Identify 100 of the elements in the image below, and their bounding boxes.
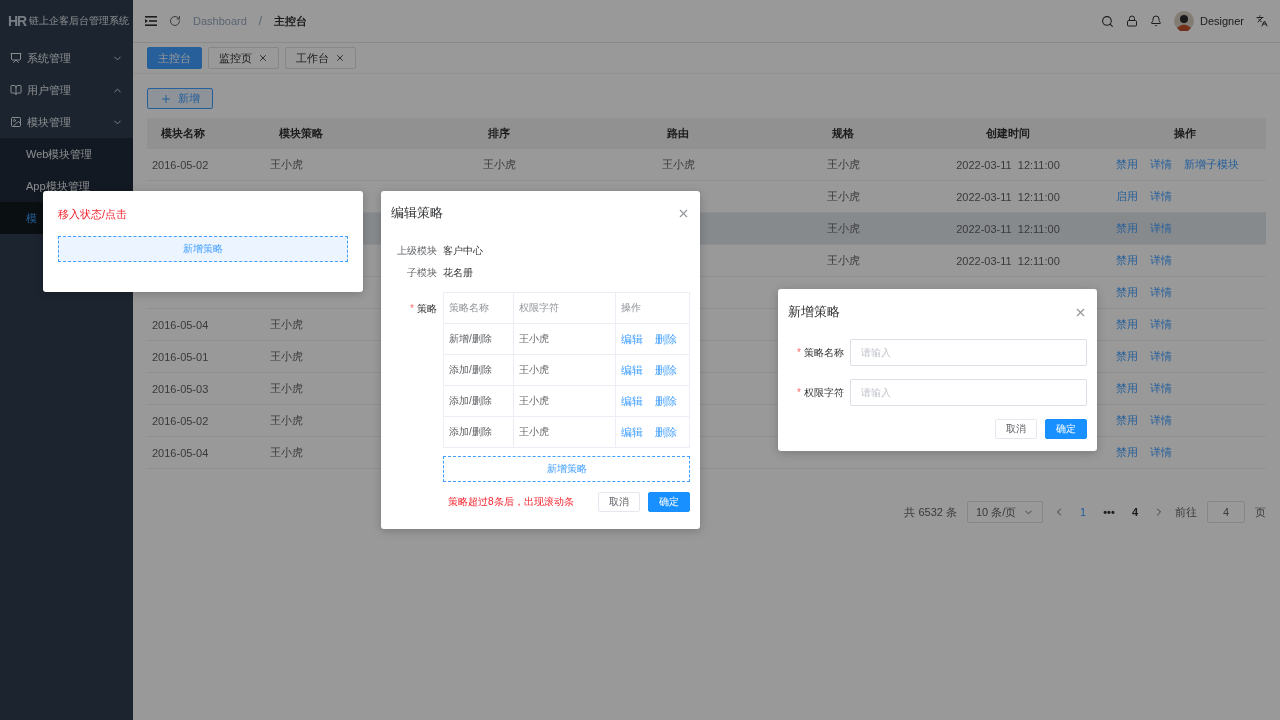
- breadcrumb-separator: /: [258, 14, 263, 28]
- column-header: 策略名称: [444, 293, 514, 324]
- add-strategy-button[interactable]: 新增策略: [443, 456, 690, 482]
- column-header: 操作: [616, 293, 690, 324]
- table-cell-text: 2022-03-11 12:11:00: [955, 254, 1061, 267]
- breadcrumb-item[interactable]: 主控台: [274, 13, 308, 29]
- menu-group[interactable]: 系统管理: [0, 42, 133, 74]
- page-number[interactable]: 4: [1127, 506, 1143, 518]
- action-link[interactable]: 禁用: [1116, 157, 1138, 172]
- table-cell: 添加/删除: [444, 355, 514, 386]
- page-number[interactable]: 1: [1075, 506, 1091, 518]
- goto-field[interactable]: 4: [1207, 501, 1245, 523]
- table-cell: 王小虎: [514, 355, 616, 386]
- action-link[interactable]: 详情: [1150, 285, 1172, 300]
- column-header: 规格: [831, 126, 855, 141]
- cancel-button[interactable]: 取消: [995, 419, 1037, 439]
- table-cell-text: 2016-05-04: [151, 318, 210, 331]
- tab-label: 主控台: [158, 50, 191, 66]
- table-cell-text: 王小虎: [269, 445, 304, 460]
- confirm-button[interactable]: 确定: [648, 492, 690, 512]
- column-header: 模块策略: [278, 126, 324, 141]
- page-size-select[interactable]: 10 条/页: [967, 501, 1043, 523]
- table-cell-text: 王小虎: [269, 381, 304, 396]
- table-cell-text: 2022-03-11 12:11:00: [955, 158, 1061, 171]
- refresh-icon[interactable]: [169, 15, 181, 27]
- user-name[interactable]: Designer: [1199, 15, 1244, 27]
- action-link[interactable]: 编辑: [621, 393, 643, 409]
- action-link[interactable]: 编辑: [621, 424, 643, 440]
- action-link[interactable]: 详情: [1150, 157, 1172, 172]
- search-icon[interactable]: [1100, 14, 1114, 28]
- action-link[interactable]: 禁用: [1116, 381, 1138, 396]
- page-number[interactable]: •••: [1101, 506, 1117, 518]
- action-link[interactable]: 删除: [655, 362, 677, 378]
- action-link[interactable]: 禁用: [1116, 349, 1138, 364]
- book-icon: [10, 84, 22, 96]
- field-value: 客户中心: [443, 244, 483, 258]
- table-cell-text: 王小虎: [481, 157, 517, 172]
- plus-icon: [160, 92, 172, 105]
- action-link[interactable]: 详情: [1150, 381, 1172, 396]
- confirm-button[interactable]: 确定: [1045, 419, 1087, 439]
- menu-group[interactable]: 用户管理: [0, 74, 133, 106]
- field-label: * 权限字符: [796, 385, 844, 400]
- page-tab[interactable]: 监控页: [208, 47, 279, 69]
- action-link[interactable]: 禁用: [1116, 285, 1138, 300]
- action-link[interactable]: 详情: [1150, 317, 1172, 332]
- menu-item[interactable]: Web模块管理: [0, 138, 133, 170]
- avatar[interactable]: [1173, 11, 1194, 31]
- action-link[interactable]: 详情: [1150, 253, 1172, 268]
- page-suffix: 页: [1255, 504, 1266, 520]
- field-label: * 策略名称: [796, 345, 844, 360]
- table-cell-text: 王小虎: [825, 221, 861, 236]
- tab-label: 工作台: [296, 50, 329, 66]
- column-header: 排序: [487, 126, 511, 141]
- action-link[interactable]: 删除: [655, 424, 677, 440]
- action-link[interactable]: 删除: [655, 331, 677, 347]
- action-link[interactable]: 编辑: [621, 362, 643, 378]
- action-link[interactable]: 禁用: [1116, 445, 1138, 460]
- bell-icon[interactable]: [1149, 15, 1162, 27]
- table-cell-text: 2022-03-11 12:11:00: [955, 222, 1061, 235]
- action-link[interactable]: 详情: [1150, 189, 1172, 204]
- add-strategy-button[interactable]: 新增策略: [58, 236, 348, 262]
- table-cell-text: 王小虎: [269, 413, 304, 428]
- close-icon[interactable]: [258, 53, 268, 63]
- action-link[interactable]: 禁用: [1116, 221, 1138, 236]
- lock-icon[interactable]: [1125, 15, 1138, 27]
- presentation-icon: [10, 52, 22, 64]
- action-link[interactable]: 新增子模块: [1184, 157, 1239, 172]
- table-cell: 添加/删除: [444, 417, 514, 448]
- table-cell-text: 2016-05-02: [151, 158, 210, 171]
- goto-label: 前往: [1175, 504, 1197, 520]
- action-link[interactable]: 详情: [1150, 349, 1172, 364]
- page-tab[interactable]: 工作台: [285, 47, 356, 69]
- table-cell-text: 王小虎: [825, 157, 861, 172]
- action-link[interactable]: 禁用: [1116, 253, 1138, 268]
- field-label: * 策略: [409, 302, 437, 316]
- breadcrumb-item[interactable]: Dashboard: [193, 15, 247, 27]
- column-header: 路由: [666, 126, 690, 141]
- action-link[interactable]: 详情: [1150, 221, 1172, 236]
- menu-icon[interactable]: [145, 16, 157, 26]
- table-cell: 新增/删除: [444, 324, 514, 355]
- action-link[interactable]: 删除: [655, 393, 677, 409]
- menu-group[interactable]: 模块管理: [0, 106, 133, 138]
- action-link[interactable]: 详情: [1150, 413, 1172, 428]
- table-cell: 王小虎: [514, 324, 616, 355]
- close-icon[interactable]: [335, 53, 345, 63]
- table-cell-text: 2016-05-04: [151, 446, 210, 459]
- action-link[interactable]: 禁用: [1116, 413, 1138, 428]
- action-link[interactable]: 详情: [1150, 445, 1172, 460]
- translate-icon[interactable]: [1256, 15, 1268, 27]
- table-cell-text: 2022-03-11 12:11:00: [955, 190, 1061, 203]
- cancel-button[interactable]: 取消: [598, 492, 640, 512]
- column-header: 创建时间: [985, 126, 1031, 141]
- total-count: 共 6532 条: [904, 504, 957, 520]
- scroll-note: 策略超过8条后，出现滚动条: [448, 495, 574, 509]
- action-link[interactable]: 启用: [1116, 189, 1138, 204]
- page-tab[interactable]: 主控台: [147, 47, 202, 69]
- annotation-note: 移入状态/点击: [58, 207, 129, 222]
- add-button[interactable]: 新增: [147, 88, 213, 109]
- action-link[interactable]: 禁用: [1116, 317, 1138, 332]
- action-link[interactable]: 编辑: [621, 331, 643, 347]
